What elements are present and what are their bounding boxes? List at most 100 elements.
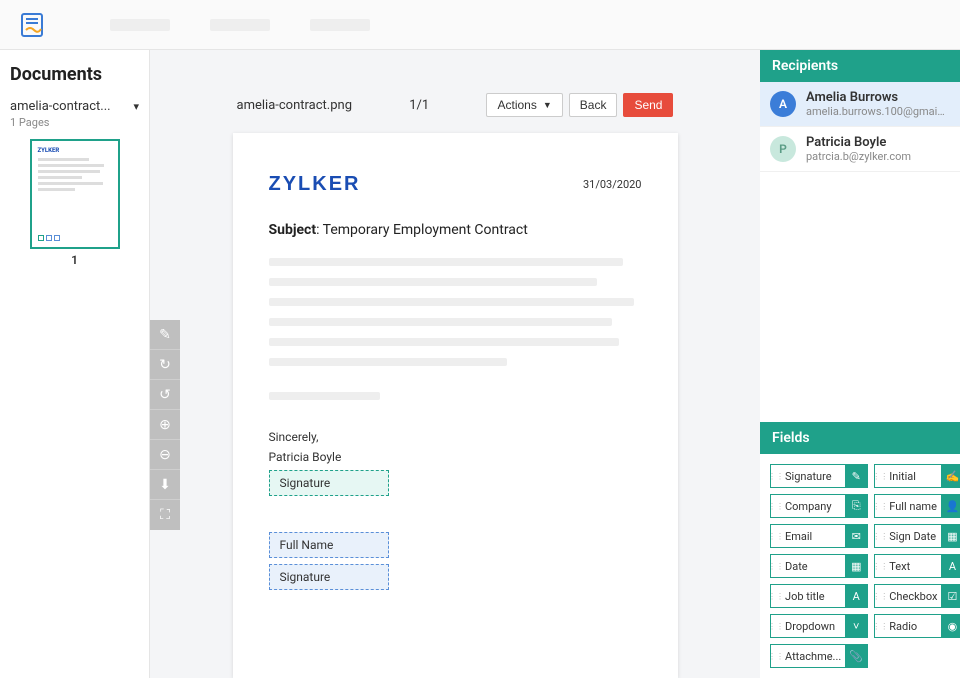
topbar-placeholder — [110, 19, 370, 31]
fullscreen-icon[interactable]: ⛶ — [150, 500, 180, 530]
field-jobtitle[interactable]: ⋮⋮Job titleA — [770, 584, 868, 608]
vertical-toolbar: ✎ ↻ ↺ ⊕ ⊖ ⬇ ⛶ — [150, 320, 180, 530]
field-initial[interactable]: ⋮⋮Initial✍ — [874, 464, 960, 488]
field-dropdown[interactable]: ⋮⋮Dropdown˅ — [770, 614, 868, 638]
editor-canvas: ✎ ↻ ↺ ⊕ ⊖ ⬇ ⛶ amelia-contract.png 1/1 Ac… — [150, 50, 760, 678]
text-icon: A — [845, 585, 867, 607]
sidebar-title: Documents — [10, 64, 139, 85]
grip-icon: ⋮⋮ — [771, 652, 781, 661]
field-label: Full name — [885, 500, 941, 513]
text-icon: A — [941, 555, 960, 577]
page-thumbnail[interactable]: ZYLKER — [30, 139, 120, 249]
field-label: Attachme... — [781, 650, 845, 663]
fields-header: Fields — [760, 422, 960, 454]
app-logo — [14, 7, 50, 43]
recipient-name: Amelia Burrows — [806, 90, 946, 105]
dropdown-icon: ˅ — [845, 615, 867, 637]
grip-icon: ⋮⋮ — [771, 532, 781, 541]
field-text[interactable]: ⋮⋮TextA — [874, 554, 960, 578]
field-label: Job title — [781, 590, 845, 603]
field-attachment[interactable]: ⋮⋮Attachme...📎 — [770, 644, 868, 668]
field-label: Signature — [781, 470, 845, 483]
field-company[interactable]: ⋮⋮Company⎘ — [770, 494, 868, 518]
grip-icon: ⋮⋮ — [771, 502, 781, 511]
body-text-line — [269, 358, 508, 366]
undo-icon[interactable]: ↺ — [150, 380, 180, 410]
recipient-email: patrcia.b@zylker.com — [806, 150, 911, 163]
redo-icon[interactable]: ↻ — [150, 350, 180, 380]
grip-icon: ⋮⋮ — [875, 592, 885, 601]
initial-icon: ✍ — [941, 465, 960, 487]
field-label: Date — [781, 560, 845, 573]
caret-down-icon: ▼ — [543, 100, 552, 110]
actions-button[interactable]: Actions ▼ — [486, 93, 562, 117]
document-selector[interactable]: amelia-contract... ▾ — [10, 99, 139, 114]
calendar-icon: ▦ — [941, 525, 960, 547]
company-icon: ⎘ — [845, 495, 867, 517]
download-icon[interactable]: ⬇ — [150, 470, 180, 500]
edit-icon[interactable]: ✎ — [150, 320, 180, 350]
field-date[interactable]: ⋮⋮Date▦ — [770, 554, 868, 578]
signature-field-sender[interactable]: Signature — [269, 470, 389, 496]
grip-icon: ⋮⋮ — [771, 472, 781, 481]
field-checkbox[interactable]: ⋮⋮Checkbox☑ — [874, 584, 960, 608]
grip-icon: ⋮⋮ — [771, 562, 781, 571]
grip-icon: ⋮⋮ — [771, 592, 781, 601]
radio-icon: ◉ — [941, 615, 960, 637]
body-text-line — [269, 338, 620, 346]
recipient-name: Patricia Boyle — [806, 135, 911, 150]
field-label: Checkbox — [885, 590, 941, 603]
fullname-field-recipient[interactable]: Full Name — [269, 532, 389, 558]
body-text-line — [269, 298, 635, 306]
field-email[interactable]: ⋮⋮Email✉ — [770, 524, 868, 548]
closing-sincerely: Sincerely, — [269, 430, 642, 444]
recipients-header: Recipients — [760, 50, 960, 82]
document-page: ZYLKER 31/03/2020 Subject: Temporary Emp… — [233, 133, 678, 678]
email-icon: ✉ — [845, 525, 867, 547]
body-text-line — [269, 392, 381, 400]
actions-label: Actions — [497, 98, 536, 112]
grip-icon: ⋮⋮ — [875, 532, 885, 541]
field-label: Initial — [885, 470, 941, 483]
calendar-icon: ▦ — [845, 555, 867, 577]
document-header-bar: amelia-contract.png 1/1 Actions ▼ Back S… — [233, 86, 678, 125]
back-button[interactable]: Back — [569, 93, 618, 117]
person-icon: 👤 — [941, 495, 960, 517]
documents-sidebar: Documents amelia-contract... ▾ 1 Pages Z… — [0, 50, 150, 678]
field-label: Email — [781, 530, 845, 543]
right-panel: Recipients A Amelia Burrows amelia.burro… — [760, 50, 960, 678]
grip-icon: ⋮⋮ — [875, 472, 885, 481]
signature-field-recipient[interactable]: Signature — [269, 564, 389, 590]
field-label: Sign Date — [885, 530, 941, 543]
document-name: amelia-contract... — [10, 99, 111, 114]
field-label: Radio — [885, 620, 941, 633]
send-button[interactable]: Send — [623, 93, 673, 117]
recipient-item[interactable]: P Patricia Boyle patrcia.b@zylker.com — [760, 127, 960, 172]
field-signdate[interactable]: ⋮⋮Sign Date▦ — [874, 524, 960, 548]
page-indicator: 1/1 — [409, 98, 429, 113]
document-brand-logo: ZYLKER — [269, 173, 361, 196]
fields-grid: ⋮⋮Signature✎ ⋮⋮Initial✍ ⋮⋮Company⎘ ⋮⋮Ful… — [760, 454, 960, 678]
checkbox-icon: ☑ — [941, 585, 960, 607]
field-label: Company — [781, 500, 845, 513]
body-text-line — [269, 318, 612, 326]
zoom-in-icon[interactable]: ⊕ — [150, 410, 180, 440]
grip-icon: ⋮⋮ — [875, 562, 885, 571]
thumbnail-page-number: 1 — [10, 253, 139, 267]
field-signature[interactable]: ⋮⋮Signature✎ — [770, 464, 868, 488]
body-text-line — [269, 258, 623, 266]
zoom-out-icon[interactable]: ⊖ — [150, 440, 180, 470]
field-radio[interactable]: ⋮⋮Radio◉ — [874, 614, 960, 638]
field-fullname[interactable]: ⋮⋮Full name👤 — [874, 494, 960, 518]
recipient-item[interactable]: A Amelia Burrows amelia.burrows.100@gmai… — [760, 82, 960, 127]
document-date: 31/03/2020 — [583, 178, 642, 191]
field-label: Text — [885, 560, 941, 573]
grip-icon: ⋮⋮ — [875, 622, 885, 631]
signature-icon: ✎ — [845, 465, 867, 487]
field-label: Dropdown — [781, 620, 845, 633]
recipient-email: amelia.burrows.100@gmail.... — [806, 105, 946, 118]
grip-icon: ⋮⋮ — [771, 622, 781, 631]
document-page-count: 1 Pages — [10, 116, 139, 129]
signer-name: Patricia Boyle — [269, 450, 642, 464]
body-text-line — [269, 278, 597, 286]
